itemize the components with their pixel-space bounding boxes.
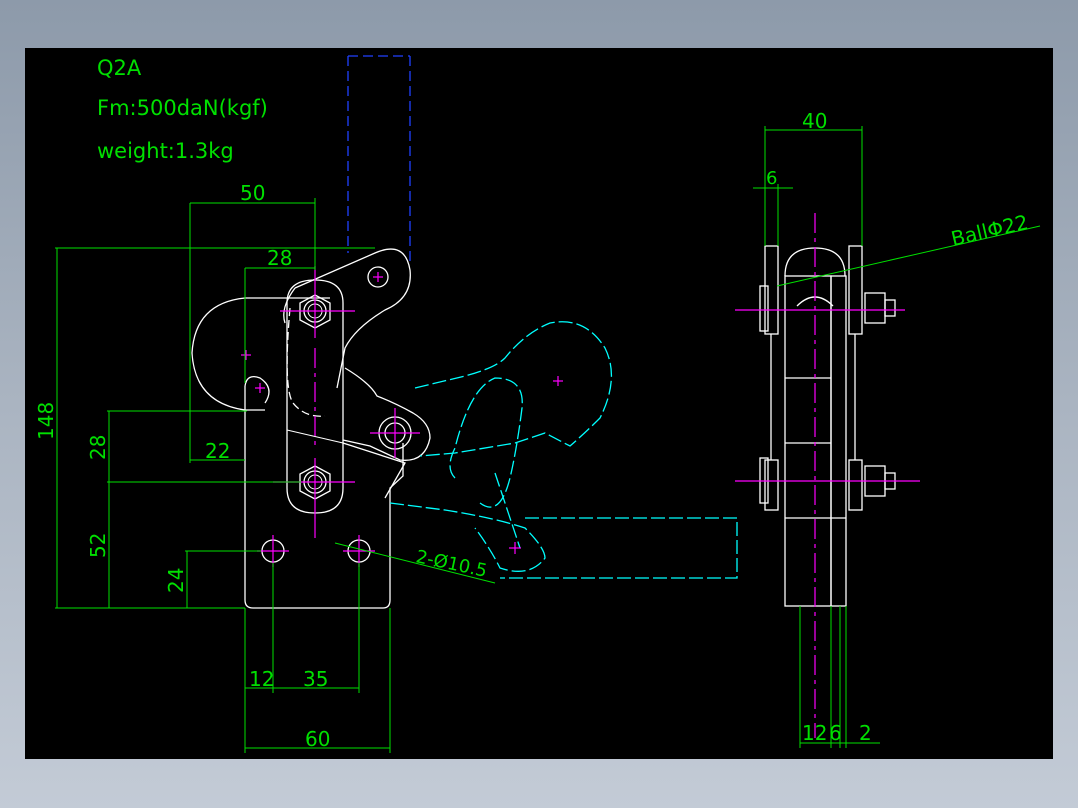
dim-52: 52 (86, 533, 110, 558)
dim-12: 12 (249, 667, 274, 691)
dim-148: 148 (34, 402, 58, 440)
dim-24: 24 (164, 568, 188, 593)
dim-side-6: 6 (829, 721, 842, 745)
dim-side-40: 40 (802, 109, 827, 133)
force-label: Fm:500daN(kgf) (97, 96, 268, 120)
clamp-drawing: Q2A Fm:500daN(kgf) weight:1.3kg 50 28 14… (34, 55, 1041, 753)
weight-label: weight:1.3kg (97, 139, 234, 163)
front-centerlines (241, 266, 563, 567)
dim-60: 60 (305, 727, 330, 751)
cad-drawing-area[interactable]: Q2A Fm:500daN(kgf) weight:1.3kg 50 28 14… (25, 48, 1053, 759)
ball-note: BallΦ22 (949, 210, 1031, 251)
dim-35: 35 (303, 667, 328, 691)
dim-22: 22 (205, 439, 230, 463)
dim-side-6-top: 6 (766, 168, 777, 189)
front-dimensions (55, 198, 496, 753)
dim-28-left: 28 (86, 435, 110, 460)
model-label: Q2A (97, 56, 142, 80)
handle-phantom-outline (389, 321, 738, 579)
dim-side-2: 2 (859, 721, 872, 745)
dim-side-12: 12 (802, 721, 827, 745)
dim-50: 50 (240, 181, 265, 205)
side-view: 40 6 BallΦ22 12 6 2 (735, 109, 1041, 748)
side-outline (759, 245, 896, 607)
base-plate (244, 386, 404, 609)
handle-hidden-outline (347, 55, 411, 263)
upper-link (294, 248, 411, 389)
side-centerlines (735, 213, 920, 738)
holes-note: 2-Ø10.5 (414, 546, 489, 582)
dim-28-top: 28 (267, 246, 292, 270)
